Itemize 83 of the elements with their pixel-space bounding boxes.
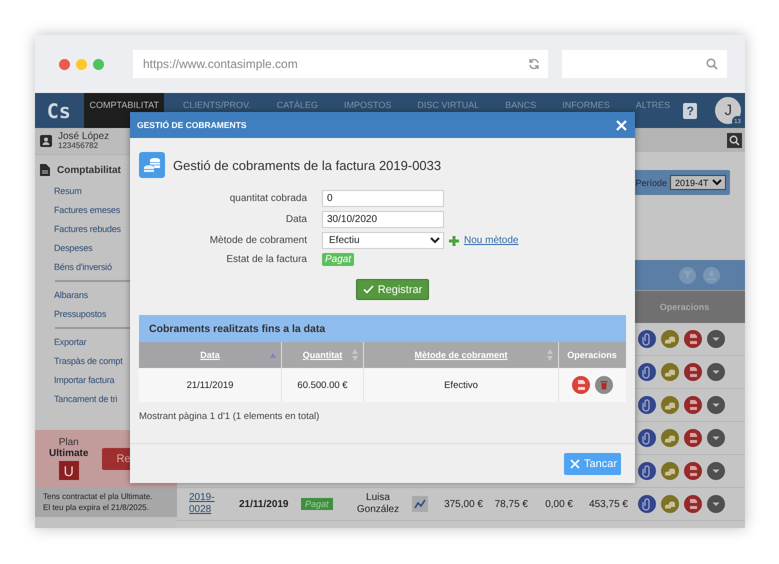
- reload-icon[interactable]: [528, 58, 540, 70]
- notice-text: Tens contractat el pla Ultimate.: [43, 491, 154, 502]
- coins-button[interactable]: [661, 462, 679, 480]
- table-cell-text: 375,00 €: [443, 498, 484, 510]
- pagination-text: Mostrant pàgina 1 d'1 (1 elements en total): [139, 411, 320, 422]
- maximize-dot-icon[interactable]: [93, 58, 104, 70]
- paperclip-button[interactable]: [638, 363, 656, 381]
- paperclip-button[interactable]: [638, 429, 656, 447]
- register-button[interactable]: Registrar: [356, 279, 430, 300]
- table-cell: 60.500.00 €: [282, 368, 364, 402]
- coins-button[interactable]: [661, 396, 679, 414]
- help-button[interactable]: ?: [683, 102, 698, 118]
- close-button[interactable]: Tancar: [564, 452, 621, 474]
- dropdown-button[interactable]: [707, 462, 725, 480]
- plan-badge: U: [58, 461, 79, 480]
- pdf-button[interactable]: [684, 330, 702, 348]
- address-bar[interactable]: https://www.contasimple.com: [133, 50, 548, 78]
- document-icon: [40, 164, 50, 176]
- paperclip-button[interactable]: [638, 462, 656, 480]
- download-icon: [707, 270, 716, 280]
- dropdown-button[interactable]: [707, 363, 725, 381]
- plan-name: Ultimate: [49, 448, 88, 459]
- pdf-button[interactable]: [684, 396, 702, 414]
- dropdown-button[interactable]: [707, 429, 725, 447]
- field-label: Estat de la factura: [225, 254, 307, 265]
- table-cell-text: 0,00 €: [544, 498, 574, 510]
- table-cell-text: 21/11/2019: [239, 498, 290, 510]
- table-cell-text: 453,75 €: [588, 498, 629, 510]
- dialog-heading: Gestió de cobraments de la factura 2019-0033: [173, 158, 442, 172]
- coins-button[interactable]: [661, 330, 679, 348]
- coins-button[interactable]: [661, 495, 679, 513]
- new-method-link[interactable]: Nou mètode: [464, 235, 518, 246]
- plan-label: Plan: [58, 437, 79, 448]
- coins-button[interactable]: [661, 363, 679, 381]
- pdf-button[interactable]: [684, 363, 702, 381]
- column-header[interactable]: Data: [139, 342, 282, 368]
- user-id: 123456782: [58, 142, 98, 150]
- payment-method-select[interactable]: Efectiu: [322, 232, 444, 249]
- search-field[interactable]: [562, 50, 727, 78]
- chart-icon[interactable]: [412, 496, 428, 512]
- period-select[interactable]: 2019-4T: [670, 175, 726, 190]
- pdf-button[interactable]: [684, 429, 702, 447]
- close-icon[interactable]: [616, 120, 627, 130]
- search-icon: [706, 58, 718, 70]
- field-label: Mètode de cobrament: [208, 235, 307, 246]
- input-field[interactable]: 30/10/2020: [322, 211, 444, 228]
- paperclip-button[interactable]: [638, 330, 656, 348]
- dropdown-button[interactable]: [707, 330, 725, 348]
- logo[interactable]: Cs: [35, 93, 82, 128]
- notice-text: El teu pla expira el 21/8/2025.: [43, 502, 150, 513]
- close-dot-icon[interactable]: [59, 58, 70, 70]
- table-cell-text: 78,75 €: [494, 498, 529, 510]
- close-icon: [570, 458, 580, 468]
- paperclip-button[interactable]: [638, 495, 656, 513]
- coins-button[interactable]: [661, 429, 679, 447]
- pdf-button[interactable]: [684, 495, 702, 513]
- dropdown-button[interactable]: [707, 396, 725, 414]
- dropdown-button[interactable]: [707, 495, 725, 513]
- status-badge: Pagat: [301, 498, 333, 510]
- input-field[interactable]: 0: [322, 190, 444, 207]
- status-badge: Pagat: [322, 253, 354, 266]
- pdf-button[interactable]: [684, 462, 702, 480]
- paperclip-button[interactable]: [638, 396, 656, 414]
- table-cell: 21/11/2019: [139, 368, 282, 402]
- section-heading: Comptabilitat: [57, 164, 121, 176]
- field-label: Data: [284, 214, 307, 225]
- minimize-dot-icon[interactable]: [76, 58, 87, 70]
- period-label: Període: [635, 178, 667, 188]
- plus-icon[interactable]: [449, 236, 459, 246]
- panel-title: Cobraments realitzats fins a la data: [149, 322, 326, 334]
- table-cell: Efectivo: [364, 368, 559, 402]
- field-label: quantitat cobrada: [228, 193, 307, 204]
- user-name: José López: [58, 132, 110, 142]
- filter-icon: [683, 271, 692, 279]
- checkmark-icon: [362, 285, 374, 294]
- search-button[interactable]: [727, 132, 742, 148]
- table-cell-text: Luisa González: [356, 492, 400, 516]
- user-card-icon: [40, 135, 52, 147]
- search-icon: [729, 134, 740, 146]
- delete-button[interactable]: [594, 376, 612, 394]
- coins-icon: [139, 152, 165, 178]
- pdf-button[interactable]: [572, 376, 590, 394]
- invoice-link[interactable]: 2019-0028: [189, 492, 239, 516]
